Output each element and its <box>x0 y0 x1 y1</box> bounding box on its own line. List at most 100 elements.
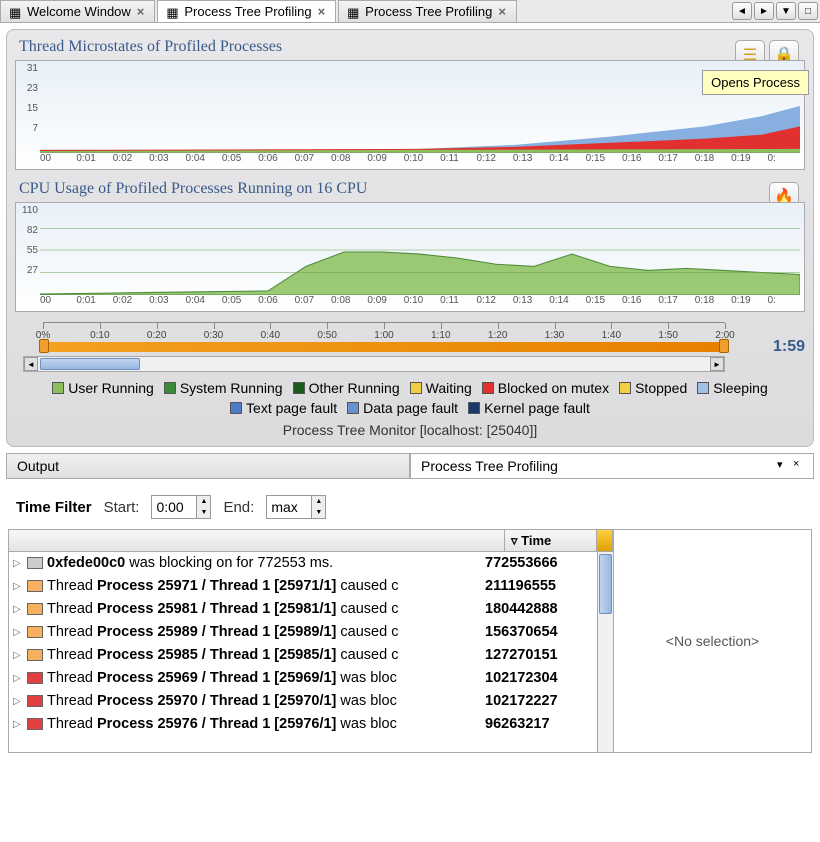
end-spinner[interactable]: ▲▼ <box>266 495 326 519</box>
editor-tab[interactable]: ▦Process Tree Profiling× <box>157 0 336 22</box>
legend-swatch <box>293 382 305 394</box>
minimize-panel-button[interactable]: ▾ <box>777 458 791 472</box>
table-row[interactable]: ▷0xfede00c0 was blocking on for 772553 m… <box>9 552 597 575</box>
scroll-right-button[interactable]: ► <box>710 357 724 371</box>
nav-back-button[interactable]: ◄ <box>732 2 752 20</box>
ruler-tick-label: 1:00 <box>374 330 393 341</box>
close-tab-button[interactable]: × <box>316 4 328 19</box>
x-tick: 00 <box>40 153 76 169</box>
end-input[interactable] <box>267 496 311 518</box>
end-down-button[interactable]: ▼ <box>312 507 325 518</box>
x-tick: 0:09 <box>367 295 403 311</box>
legend: User RunningSystem RunningOther RunningW… <box>15 380 805 416</box>
legend-swatch <box>230 402 242 414</box>
tab-label: Welcome Window <box>27 4 131 19</box>
x-tick: 0:01 <box>76 295 112 311</box>
row-icon <box>27 580 43 592</box>
x-tick: 0:15 <box>586 153 622 169</box>
expand-icon[interactable]: ▷ <box>13 719 23 730</box>
table-body: ▷0xfede00c0 was blocking on for 772553 m… <box>9 552 597 752</box>
close-tab-button[interactable]: × <box>135 4 147 19</box>
legend-item: Blocked on mutex <box>482 380 609 396</box>
legend-swatch <box>52 382 64 394</box>
expand-icon[interactable]: ▷ <box>13 604 23 615</box>
x-tick: 0:15 <box>586 295 622 311</box>
desc-column-header[interactable] <box>9 530 505 551</box>
x-tick: 0:10 <box>404 153 440 169</box>
table-row[interactable]: ▷ Thread Process 25985 / Thread 1 [25985/… <box>9 644 597 667</box>
x-tick: 0:17 <box>658 153 694 169</box>
x-tick: 00 <box>40 295 76 311</box>
ruler-tick-label: 0:40 <box>261 330 280 341</box>
y-tick: 110 <box>22 205 38 216</box>
table-row[interactable]: ▷ Thread Process 25976 / Thread 1 [25976/… <box>9 713 597 736</box>
maximize-button[interactable]: □ <box>798 2 818 20</box>
time-column-label: Time <box>521 533 551 548</box>
editor-tab[interactable]: ▦Process Tree Profiling× <box>338 0 517 22</box>
editor-tab[interactable]: ▦Welcome Window× <box>0 0 155 22</box>
row-desc: Thread Process 25976 / Thread 1 [25976/1… <box>47 716 485 732</box>
legend-label: Stopped <box>635 380 687 396</box>
x-tick: 0:09 <box>367 153 403 169</box>
start-input[interactable] <box>152 496 196 518</box>
table-row[interactable]: ▷Thread Process 25989 / Thread 1 [25989/… <box>9 621 597 644</box>
x-tick: 0:08 <box>331 295 367 311</box>
profiling-tab[interactable]: Process Tree Profiling ▾ × <box>410 453 814 479</box>
x-tick: 0:12 <box>477 295 513 311</box>
y-tick: 82 <box>27 225 38 236</box>
time-column-header[interactable]: ▿ Time <box>505 530 597 551</box>
row-desc: Thread Process 25981 / Thread 1 [25981/1… <box>47 601 485 617</box>
expand-icon[interactable]: ▷ <box>13 650 23 661</box>
close-tab-button[interactable]: × <box>496 4 508 19</box>
detail-panel: <No selection> <box>613 530 811 752</box>
legend-item: Sleeping <box>697 380 768 396</box>
start-up-button[interactable]: ▲ <box>197 496 210 507</box>
nav-forward-button[interactable]: ► <box>754 2 774 20</box>
expand-icon[interactable]: ▷ <box>13 673 23 684</box>
table-header: ▿ Time <box>9 530 613 552</box>
table-row[interactable]: ▷ Thread Process 25971 / Thread 1 [25971/… <box>9 575 597 598</box>
timeline-end-handle[interactable] <box>719 339 729 353</box>
start-spinner[interactable]: ▲▼ <box>151 495 211 519</box>
nav-down-button[interactable]: ▼ <box>776 2 796 20</box>
cpu-chart[interactable]: 110825527 000:010:020:030:040:050:060:07… <box>15 202 805 312</box>
legend-label: Kernel page fault <box>484 400 590 416</box>
table-row[interactable]: ▷ Thread Process 25981 / Thread 1 [25981/… <box>9 598 597 621</box>
timeline-scrollbar[interactable]: ◄ ► <box>23 356 725 372</box>
tab-icon: ▦ <box>166 5 180 19</box>
legend-swatch <box>410 382 422 394</box>
close-panel-button[interactable]: × <box>793 458 807 472</box>
y-tick: 55 <box>27 245 38 256</box>
scrollbar-thumb[interactable] <box>599 554 612 614</box>
timeline-start-handle[interactable] <box>39 339 49 353</box>
expand-icon[interactable]: ▷ <box>13 558 23 569</box>
table-row[interactable]: ▷Thread Process 25969 / Thread 1 [25969/… <box>9 667 597 690</box>
legend-swatch <box>482 382 494 394</box>
legend-swatch <box>164 382 176 394</box>
start-down-button[interactable]: ▼ <box>197 507 210 518</box>
microstates-chart-title: Thread Microstates of Profiled Processes <box>15 38 805 56</box>
vertical-scrollbar[interactable] <box>597 552 613 752</box>
scroll-left-button[interactable]: ◄ <box>24 357 38 371</box>
sort-indicator-icon: ▿ <box>511 533 518 549</box>
timeline[interactable]: 0%0:100:200:300:400:501:001:101:201:301:… <box>15 322 805 372</box>
end-up-button[interactable]: ▲ <box>312 496 325 507</box>
scroll-thumb[interactable] <box>40 358 140 370</box>
microstates-chart[interactable]: 3123157 000:010:020:030:040:050:060:070:… <box>15 60 805 170</box>
x-tick: 0:04 <box>186 295 222 311</box>
row-time: 772553666 <box>485 555 593 571</box>
expand-icon[interactable]: ▷ <box>13 581 23 592</box>
expand-icon[interactable]: ▷ <box>13 627 23 638</box>
configure-columns-button[interactable] <box>597 530 613 551</box>
row-desc: Thread Process 25970 / Thread 1 [25970/1… <box>47 693 485 709</box>
x-tick: 0: <box>768 295 804 311</box>
row-desc: Thread Process 25971 / Thread 1 [25971/1… <box>47 578 485 594</box>
x-tick: 0:16 <box>622 295 658 311</box>
expand-icon[interactable]: ▷ <box>13 696 23 707</box>
legend-label: System Running <box>180 380 283 396</box>
x-tick: 0:11 <box>440 295 476 311</box>
table-row[interactable]: ▷ Thread Process 25970 / Thread 1 [25970/… <box>9 690 597 713</box>
x-tick: 0:13 <box>513 153 549 169</box>
row-desc: Thread Process 25985 / Thread 1 [25985/1… <box>47 647 485 663</box>
output-tab[interactable]: Output <box>6 453 410 479</box>
